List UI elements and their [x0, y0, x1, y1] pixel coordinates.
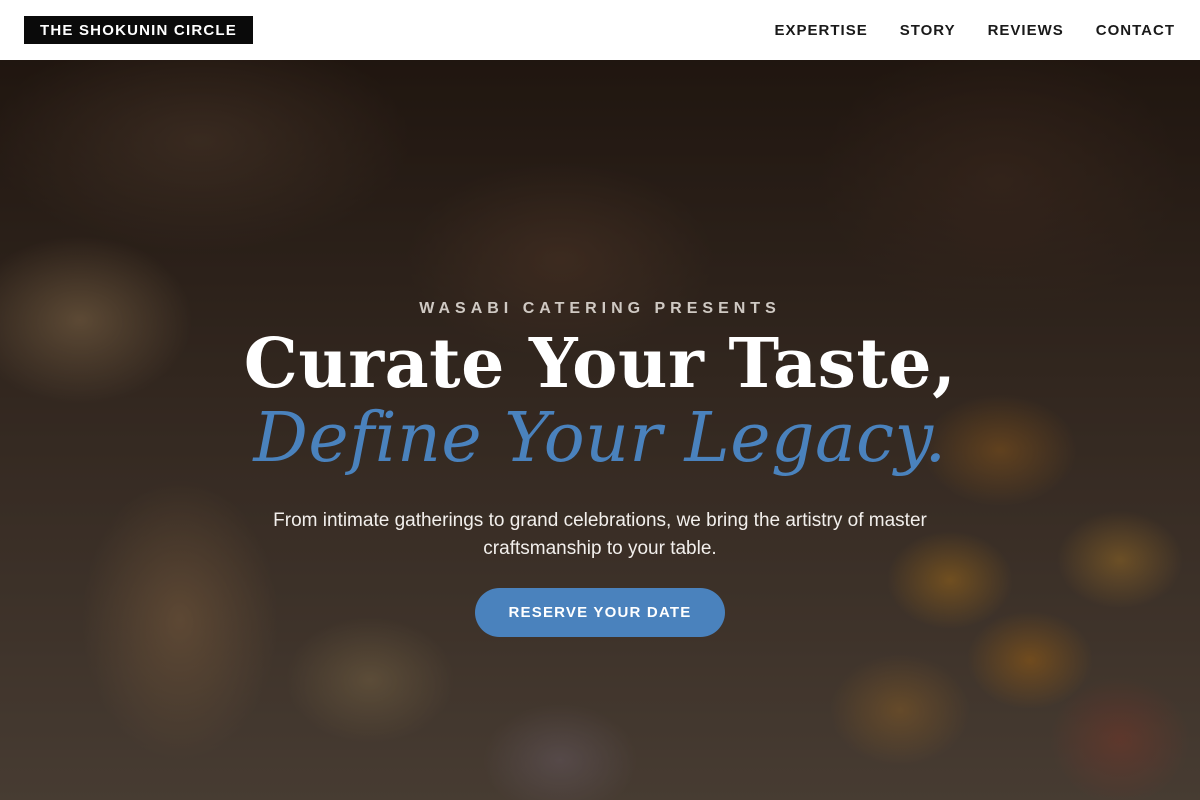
nav-link-story[interactable]: STORY: [900, 22, 956, 39]
nav-links: EXPERTISE STORY REVIEWS CONTACT: [775, 22, 1175, 39]
reserve-date-button[interactable]: RESERVE YOUR DATE: [475, 588, 725, 637]
nav-link-reviews[interactable]: REVIEWS: [988, 22, 1064, 39]
hero-content: WASABI CATERING PRESENTS Curate Your Tas…: [0, 60, 1200, 800]
nav-link-contact[interactable]: CONTACT: [1096, 22, 1175, 39]
hero-section: WASABI CATERING PRESENTS Curate Your Tas…: [0, 60, 1200, 800]
hero-eyebrow: WASABI CATERING PRESENTS: [419, 300, 781, 317]
nav-link-expertise[interactable]: EXPERTISE: [775, 22, 868, 39]
hero-subtext: From intimate gatherings to grand celebr…: [273, 510, 927, 559]
top-navbar: THE SHOKUNIN CIRCLE EXPERTISE STORY REVI…: [0, 0, 1200, 60]
hero-headline-accent: Define Your Legacy.: [253, 399, 947, 478]
hero-headline: Curate Your Taste,: [243, 324, 957, 404]
brand-logo[interactable]: THE SHOKUNIN CIRCLE: [24, 16, 253, 44]
